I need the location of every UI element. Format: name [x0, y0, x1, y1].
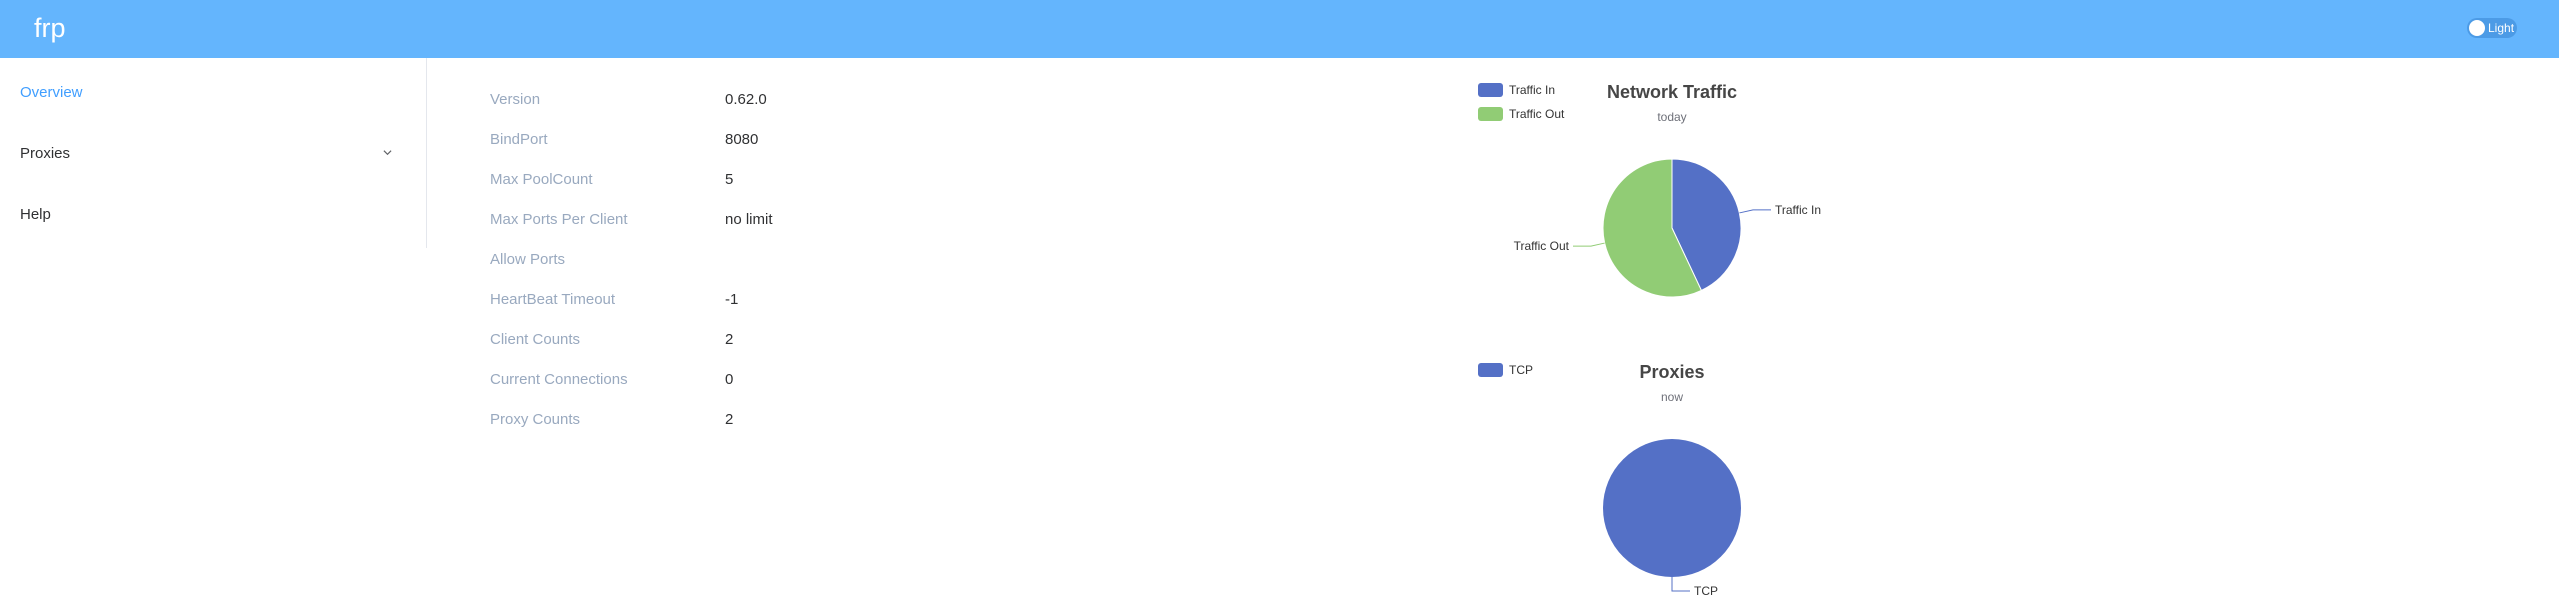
- info-value-proxy-counts: 2: [725, 411, 734, 428]
- pie-slice-traffic-out[interactable]: [1602, 158, 1703, 298]
- legend-swatch: [1478, 363, 1503, 377]
- info-value-version: 0.62.0: [725, 91, 767, 108]
- legend-label: Traffic In: [1509, 83, 1556, 97]
- chart-subtitle: now: [1660, 390, 1684, 404]
- info-label-client-counts: Client Counts: [490, 331, 581, 348]
- info-value-heartbeat-timeout: -1: [725, 291, 739, 308]
- info-label-max-ports-per-client: Max Ports Per Client: [490, 211, 628, 228]
- pie-label: Traffic In: [1775, 203, 1821, 217]
- pie-label-line: [1572, 242, 1605, 247]
- legend-label: Traffic Out: [1509, 107, 1565, 121]
- info-value-client-counts: 2: [725, 331, 734, 348]
- sidebar-item-help[interactable]: Help: [20, 206, 51, 223]
- toggle-knob: [2469, 20, 2485, 36]
- info-label-heartbeat-timeout: HeartBeat Timeout: [490, 291, 616, 308]
- info-label-version: Version: [490, 91, 541, 108]
- legend-swatch: [1478, 83, 1503, 97]
- theme-toggle-label: Light: [2488, 21, 2515, 35]
- chart-title: Proxies: [1639, 362, 1705, 382]
- info-label-max-poolcount: Max PoolCount: [490, 171, 593, 188]
- info-value-current-connections: 0: [725, 371, 734, 388]
- chevron-down-icon[interactable]: [383, 148, 392, 157]
- sidebar-item-overview[interactable]: Overview: [20, 84, 83, 101]
- chart-title: Network Traffic: [1606, 82, 1738, 102]
- legend-swatch: [1478, 107, 1503, 121]
- pie-label: Traffic Out: [1514, 239, 1570, 253]
- sidebar-item-proxies[interactable]: Proxies: [20, 145, 70, 162]
- top-header: frp Light: [0, 0, 2559, 58]
- pie-label: TCP: [1694, 584, 1718, 598]
- info-label-proxy-counts: Proxy Counts: [490, 411, 581, 428]
- chart-subtitle: today: [1657, 110, 1687, 124]
- pie-slice-traffic-in[interactable]: [1671, 158, 1742, 292]
- info-value-max-poolcount: 5: [725, 171, 734, 188]
- info-label-current-connections: Current Connections: [490, 371, 628, 388]
- pie-slice-tcp[interactable]: [1603, 439, 1741, 577]
- info-label-bindport: BindPort: [490, 131, 548, 148]
- info-label-allow-ports: Allow Ports: [490, 251, 566, 268]
- info-value-max-ports-per-client: no limit: [725, 211, 773, 228]
- pie-label-line: [1739, 209, 1772, 214]
- brand-logo[interactable]: frp: [34, 13, 66, 44]
- theme-toggle[interactable]: Light: [2467, 18, 2517, 38]
- info-value-bindport: 8080: [725, 131, 759, 148]
- legend-label: TCP: [1509, 363, 1533, 377]
- pie-label-line: [1671, 577, 1690, 592]
